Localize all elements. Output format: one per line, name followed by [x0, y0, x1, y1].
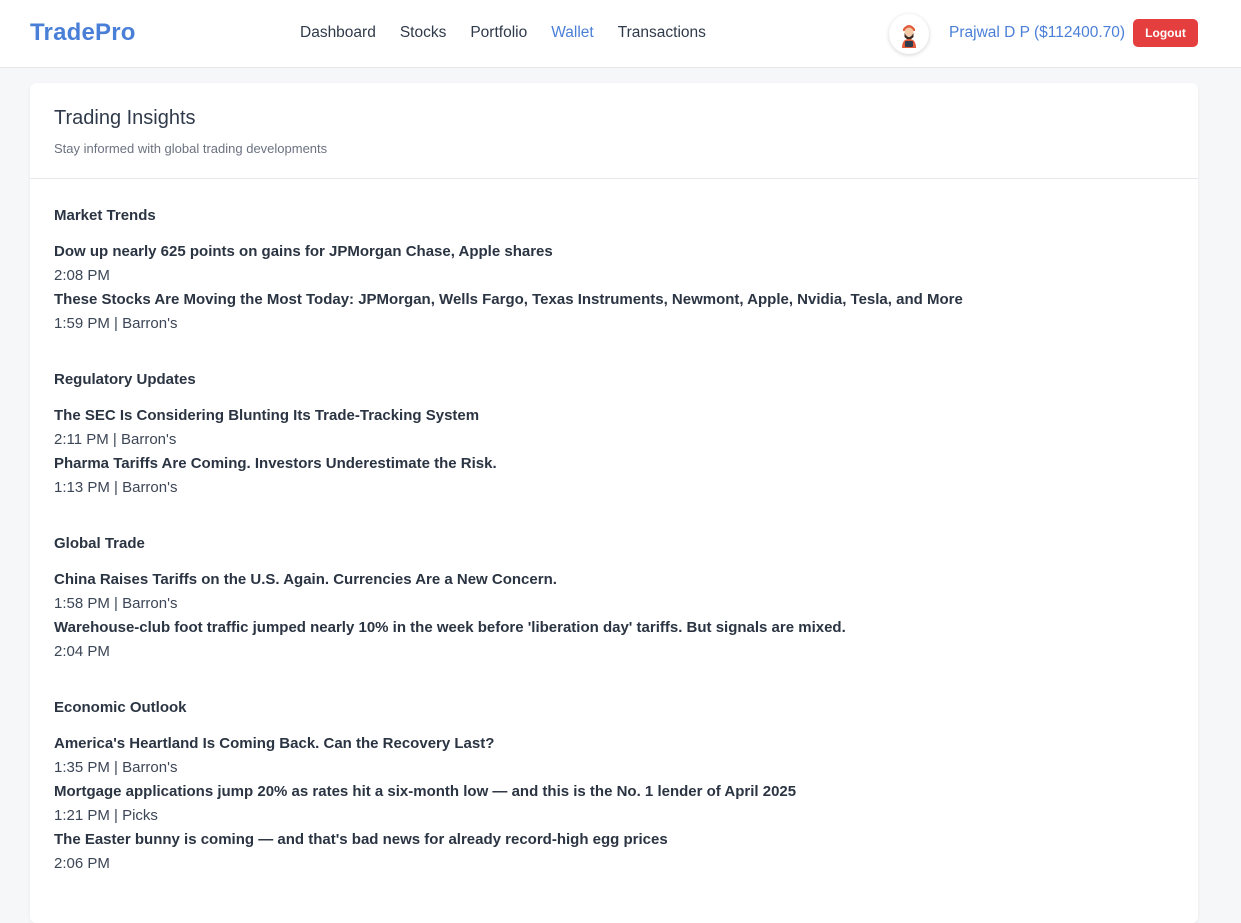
news-meta: 1:59 PM | Barron's [54, 315, 178, 332]
news-meta: 2:11 PM | Barron's [54, 431, 177, 448]
news-meta: 2:04 PM [54, 643, 110, 660]
user-avatar[interactable] [889, 14, 929, 54]
nav-link-stocks[interactable]: Stocks [400, 24, 447, 42]
section-title-global-trade: Global Trade [54, 535, 145, 552]
news-meta: 1:13 PM | Barron's [54, 479, 178, 496]
nav-links: Dashboard Stocks Portfolio Wallet Transa… [300, 24, 730, 42]
top-navbar: TradePro Dashboard Stocks Portfolio Wall… [0, 0, 1241, 68]
news-meta: 2:08 PM [54, 267, 110, 284]
news-meta: 1:21 PM | Picks [54, 807, 158, 824]
section-title-market-trends: Market Trends [54, 207, 156, 224]
avatar-person-icon [889, 14, 929, 54]
section-title-regulatory-updates: Regulatory Updates [54, 371, 196, 388]
trading-insights-card: Trading Insights Stay informed with glob… [30, 83, 1198, 923]
news-headline[interactable]: The SEC Is Considering Blunting Its Trad… [54, 407, 479, 424]
news-headline[interactable]: Warehouse-club foot traffic jumped nearl… [54, 619, 846, 636]
page-title: Trading Insights [54, 107, 196, 129]
card-header: Trading Insights Stay informed with glob… [30, 83, 1198, 179]
news-headline[interactable]: America's Heartland Is Coming Back. Can … [54, 735, 494, 752]
page-subtitle: Stay informed with global trading develo… [54, 141, 328, 156]
nav-link-transactions[interactable]: Transactions [618, 24, 706, 42]
nav-link-wallet[interactable]: Wallet [551, 24, 594, 42]
user-name-balance[interactable]: Prajwal D P ($112400.70) [949, 24, 1125, 42]
news-headline[interactable]: Mortgage applications jump 20% as rates … [54, 783, 796, 800]
news-headline[interactable]: Dow up nearly 625 points on gains for JP… [54, 243, 553, 260]
brand-logo[interactable]: TradePro [30, 19, 136, 47]
news-meta: 1:35 PM | Barron's [54, 759, 178, 776]
news-headline[interactable]: The Easter bunny is coming — and that's … [54, 831, 668, 848]
nav-link-portfolio[interactable]: Portfolio [470, 24, 527, 42]
nav-link-dashboard[interactable]: Dashboard [300, 24, 376, 42]
news-headline[interactable]: China Raises Tariffs on the U.S. Again. … [54, 571, 557, 588]
news-headline[interactable]: These Stocks Are Moving the Most Today: … [54, 291, 963, 308]
news-headline[interactable]: Pharma Tariffs Are Coming. Investors Und… [54, 455, 497, 472]
logout-button[interactable]: Logout [1133, 19, 1198, 47]
news-meta: 1:58 PM | Barron's [54, 595, 178, 612]
section-title-economic-outlook: Economic Outlook [54, 699, 187, 716]
news-meta: 2:06 PM [54, 855, 110, 872]
